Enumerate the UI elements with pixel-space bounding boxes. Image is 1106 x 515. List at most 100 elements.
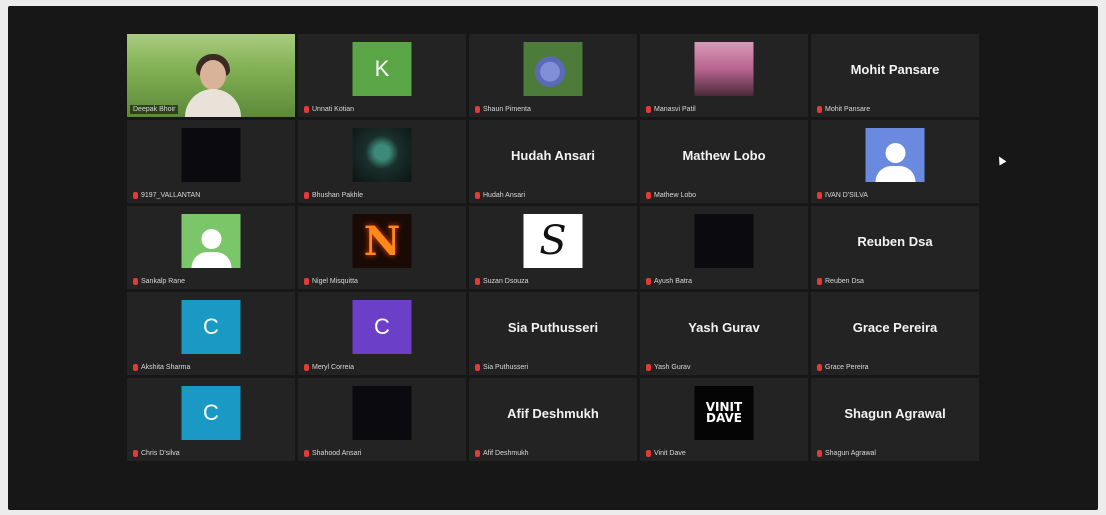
profile-photo: N [352, 214, 412, 268]
muted-mic-icon [817, 450, 822, 457]
participant-tile[interactable]: Shahood Ansari [298, 378, 466, 461]
participant-name-tag: Shaun Pimenta [475, 106, 531, 113]
participant-tile[interactable]: C Chris D'silva [127, 378, 295, 461]
participant-name-tag: Deepak Bhoir [130, 105, 179, 114]
participant-tile[interactable]: Bhushan Pakhle [298, 120, 466, 203]
participant-name-tag: IVAN D'SILVA [817, 192, 868, 199]
muted-mic-icon [646, 192, 651, 199]
default-avatar-icon [865, 128, 925, 182]
participant-name: Manasvi Patil [654, 106, 696, 113]
muted-mic-icon [475, 278, 480, 285]
participant-name: Chris D'silva [141, 450, 180, 457]
participant-name-tag: Meryl Correia [304, 364, 354, 371]
participant-name-tag: Grace Pereira [817, 364, 869, 371]
muted-mic-icon [475, 106, 480, 113]
profile-photo [352, 128, 412, 182]
participant-tile[interactable]: Sankalp Rane [127, 206, 295, 289]
participant-name: Sia Puthusseri [483, 364, 529, 371]
participant-tile[interactable]: VINIT DAVE Vinit Dave [640, 378, 808, 461]
participant-name-tag: Vinit Dave [646, 450, 686, 457]
participant-display-name: Sia Puthusseri [507, 320, 599, 335]
participant-display-name: Mathew Lobo [682, 148, 766, 163]
participant-name: Unnati Kotian [312, 106, 355, 113]
profile-photo [523, 42, 583, 96]
participant-name-tag: Mohit Pansare [817, 106, 870, 113]
muted-mic-icon [133, 192, 138, 199]
participant-name-tag: Afif Deshmukh [475, 450, 529, 457]
muted-mic-icon [475, 364, 480, 371]
avatar-initial: C [374, 314, 390, 339]
profile-photo: S [523, 214, 583, 268]
avatar-letter: K [352, 42, 412, 96]
avatar-initial: C [203, 314, 219, 339]
participant-tile[interactable]: Ayush Batra [640, 206, 808, 289]
participant-tile[interactable]: Sia Puthusseri Sia Puthusseri [469, 292, 637, 375]
muted-mic-icon [817, 192, 822, 199]
participant-display-name: Shagun Agrawal [844, 406, 946, 421]
muted-mic-icon [133, 364, 138, 371]
participant-tile[interactable]: Mathew Lobo Mathew Lobo [640, 120, 808, 203]
participant-tile[interactable]: C Meryl Correia [298, 292, 466, 375]
participant-name: Akshita Sharma [141, 364, 191, 371]
participant-tile[interactable]: Hudah Ansari Hudah Ansari [469, 120, 637, 203]
participant-tile[interactable]: N Nigel Misquitta [298, 206, 466, 289]
muted-mic-icon [304, 364, 309, 371]
participant-name: Mohit Pansare [825, 106, 871, 113]
muted-mic-icon [646, 278, 651, 285]
participant-tile[interactable]: Manasvi Patil [640, 34, 808, 117]
participant-tile[interactable]: Yash Gurav Yash Gurav [640, 292, 808, 375]
default-avatar-icon [181, 214, 241, 268]
participant-name-tag: Sankalp Rane [133, 278, 185, 285]
participant-tile[interactable]: Reuben Dsa Reuben Dsa [811, 206, 979, 289]
video-off-thumbnail [694, 214, 754, 268]
muted-mic-icon [475, 192, 480, 199]
participant-name-tag: Akshita Sharma [133, 364, 190, 371]
participant-name-tag: Ayush Batra [646, 278, 692, 285]
participant-name: Sankalp Rane [141, 278, 185, 285]
participant-name: Afif Deshmukh [483, 450, 529, 457]
participant-name: IVAN D'SILVA [825, 192, 868, 199]
participant-name: Shahood Ansari [312, 450, 362, 457]
participant-name-tag: Shagun Agrawal [817, 450, 876, 457]
participant-grid: Deepak Bhoir K Unnati Kotian Shaun Pimenta M… [127, 34, 979, 461]
participant-tile[interactable]: Shagun Agrawal Shagun Agrawal [811, 378, 979, 461]
participant-name: Hudah Ansari [483, 192, 526, 199]
participant-display-name: Grace Pereira [852, 320, 938, 335]
participant-name-tag: Chris D'silva [133, 450, 180, 457]
person-body [185, 89, 241, 117]
participant-name-tag: Manasvi Patil [646, 106, 696, 113]
participant-display-name: Reuben Dsa [857, 234, 933, 249]
participant-tile[interactable]: Deepak Bhoir [127, 34, 295, 117]
participant-name: Shaun Pimenta [483, 106, 531, 113]
participant-name-tag: 9197_VALLANTAN [133, 192, 200, 199]
person-face [200, 60, 226, 90]
muted-mic-icon [475, 450, 480, 457]
participant-tile[interactable]: C Akshita Sharma [127, 292, 295, 375]
participant-tile[interactable]: K Unnati Kotian [298, 34, 466, 117]
avatar-initial: K [374, 56, 390, 81]
participant-tile[interactable]: 9197_VALLANTAN [127, 120, 295, 203]
muted-mic-icon [817, 364, 822, 371]
participant-tile[interactable]: Afif Deshmukh Afif Deshmukh [469, 378, 637, 461]
muted-mic-icon [817, 278, 822, 285]
video-off-thumbnail [352, 386, 412, 440]
participant-tile[interactable]: IVAN D'SILVA [811, 120, 979, 203]
participant-name-tag: Shahood Ansari [304, 450, 361, 457]
participant-display-name: Yash Gurav [688, 320, 760, 335]
avatar-initial: C [203, 400, 219, 425]
participant-tile[interactable]: Grace Pereira Grace Pereira [811, 292, 979, 375]
participant-name-tag: Reuben Dsa [817, 278, 864, 285]
muted-mic-icon [646, 364, 651, 371]
participant-display-name: Hudah Ansari [510, 148, 596, 163]
video-off-thumbnail [181, 128, 241, 182]
participant-name: Mathew Lobo [654, 192, 697, 199]
participant-tile[interactable]: Shaun Pimenta [469, 34, 637, 117]
participant-name-tag: Hudah Ansari [475, 192, 525, 199]
participant-tile[interactable]: S Suzan Dsouza [469, 206, 637, 289]
participant-name-tag: Bhushan Pakhle [304, 192, 363, 199]
participant-name: 9197_VALLANTAN [141, 192, 201, 199]
participant-tile[interactable]: Mohit Pansare Mohit Pansare [811, 34, 979, 117]
participant-name-tag: Suzan Dsouza [475, 278, 529, 285]
avatar-letter: C [181, 386, 241, 440]
muted-mic-icon [304, 192, 309, 199]
